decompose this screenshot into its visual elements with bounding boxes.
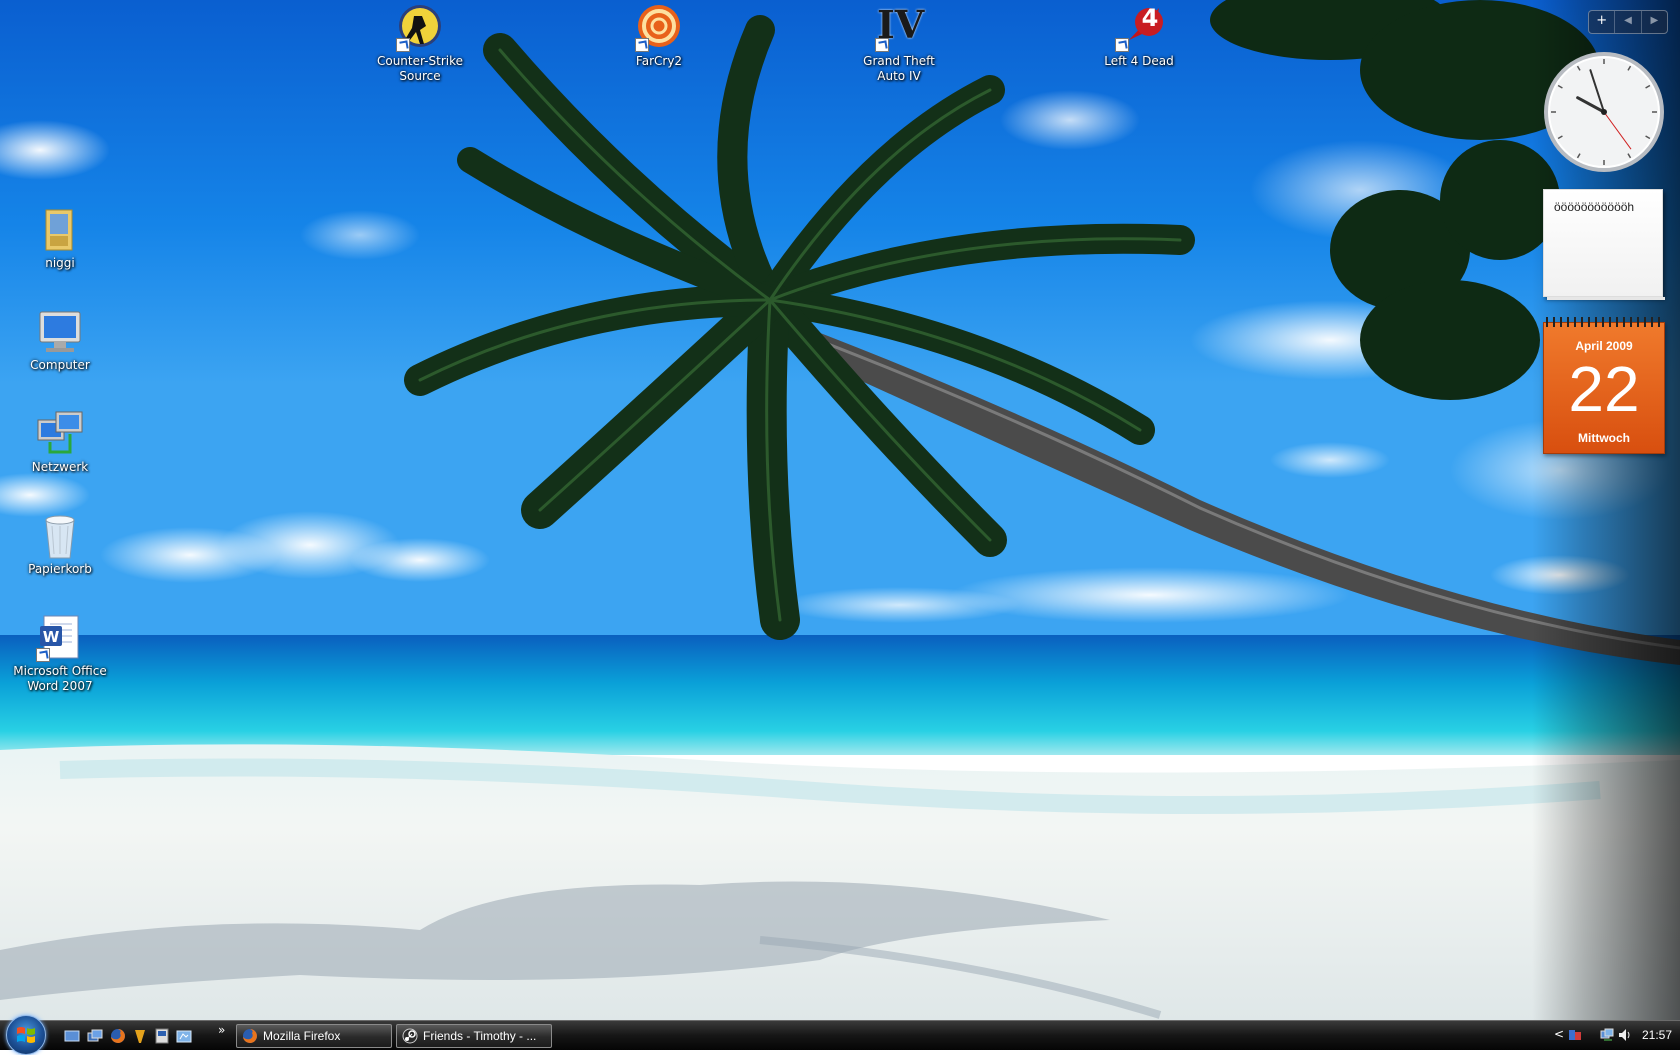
computer-icon [36,308,84,356]
left4dead-logo-text: 4 [1141,4,1159,32]
desktop-icon-word-2007[interactable]: W Microsoft Office Word 2007 [12,614,108,694]
folder-icon [36,206,84,254]
windows-logo-icon [17,1027,35,1043]
desktop-icon-label: Microsoft Office Word 2007 [13,664,107,693]
shortcut-arrow-icon [1115,38,1129,52]
firefox-icon[interactable] [110,1028,126,1044]
desktop-icon-label: Computer [30,358,90,372]
taskbar-button-label: Friends - Timothy - ... [423,1029,537,1043]
firefox-icon [243,1029,257,1043]
left4dead-icon: 4 [1115,4,1163,52]
desktop-icon-label: Netzwerk [31,460,89,474]
word-icon: W [36,614,84,662]
calendar-binding-icon [1546,317,1662,327]
show-desktop-icon[interactable] [64,1028,80,1044]
desktop-wallpaper [0,0,1680,1050]
winamp-icon[interactable] [132,1028,148,1044]
desktop-icon-label: Left 4 Dead [1104,54,1174,68]
analog-clock-icon [1544,52,1664,172]
desktop-icon-computer[interactable]: Computer [12,308,108,373]
desktop-icon-label: FarCry2 [635,54,683,68]
taskbar-button-label: Mozilla Firefox [263,1029,341,1043]
network-tray-icon[interactable] [1600,1028,1614,1042]
svg-text:W: W [43,628,60,646]
desktop-icon-label: Grand Theft Auto IV [863,54,935,83]
language-icon[interactable] [1568,1028,1582,1042]
sidebar-controls: + ◀ ▶ [1588,10,1668,34]
desktop-icon-network[interactable]: Netzwerk [12,410,108,475]
show-hidden-icons-button[interactable]: < [1554,1027,1564,1041]
shortcut-arrow-icon [36,648,50,662]
shortcut-arrow-icon [635,38,649,52]
taskbar-button-firefox[interactable]: Mozilla Firefox [236,1024,392,1048]
steam-icon [402,1028,418,1044]
notes-gadget[interactable]: öööööööööööh [1543,189,1665,300]
calendar-gadget[interactable]: April 2009 22 Mittwoch [1543,317,1665,454]
quick-launch-more-button[interactable]: » [218,1023,225,1037]
calendar-day-number: 22 [1568,353,1640,425]
volume-icon[interactable] [1618,1028,1632,1042]
recycle-bin-icon [36,512,84,560]
network-icon [36,410,84,458]
desktop-icon-niggi[interactable]: niggi [12,206,108,271]
system-tray: < 21:57 [1552,1021,1680,1051]
clock-gadget[interactable] [1542,50,1666,174]
note-text[interactable]: öööööööööööh [1554,200,1634,214]
start-button[interactable] [6,1015,46,1055]
desktop-icon-label: niggi [45,256,75,270]
tray-clock[interactable]: 21:57 [1642,1028,1672,1042]
next-gadgets-button[interactable]: ▶ [1640,11,1667,33]
taskbar: » Mozilla Firefox Friends - Timothy - ..… [0,1015,1680,1055]
desktop-icon-label: Counter-Strike Source [376,54,463,83]
desktop-icon-farcry2[interactable]: FarCry2 [611,4,707,69]
shortcut-arrow-icon [396,38,410,52]
add-gadget-button[interactable]: + [1589,11,1614,33]
previous-gadgets-button[interactable]: ◀ [1614,11,1640,33]
desktop-icon-gta4[interactable]: IV Grand Theft Auto IV [851,2,947,84]
desktop-icon-counter-strike[interactable]: Counter-Strike Source [372,4,468,84]
desktop-icon-label: Papierkorb [28,562,92,576]
desktop-icon-left4dead[interactable]: 4 Left 4 Dead [1091,4,1187,69]
cmd-icon[interactable] [154,1028,170,1044]
calendar-weekday: Mittwoch [1578,431,1630,445]
explorer-icon[interactable] [176,1028,192,1044]
farcry2-icon [635,4,683,52]
counter-strike-icon [396,4,444,52]
taskbar-button-steam-friends[interactable]: Friends - Timothy - ... [396,1024,552,1048]
switch-windows-icon[interactable] [87,1028,103,1044]
calendar-month-year: April 2009 [1575,339,1633,353]
desktop-icon-recycle-bin[interactable]: Papierkorb [12,512,108,577]
gta4-icon: IV [875,2,924,52]
shortcut-arrow-icon [875,38,889,52]
